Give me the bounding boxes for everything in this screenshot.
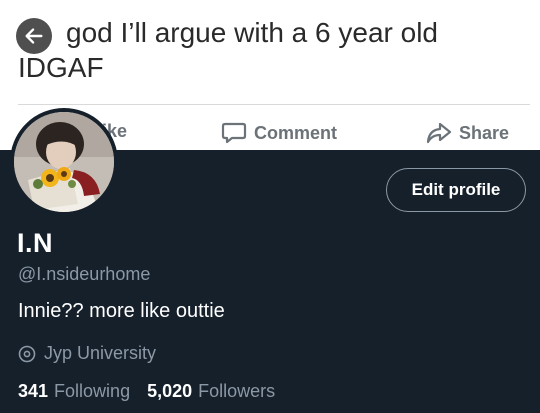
arrow-left-icon — [25, 28, 43, 44]
user-handle: @I.nsideurhome — [18, 264, 151, 284]
map-pin-icon — [18, 345, 36, 362]
edit-profile-button[interactable]: Edit profile — [386, 168, 526, 212]
comment-label: Comment — [254, 122, 338, 143]
avatar[interactable] — [10, 108, 118, 216]
banner-post-text: god I’ll argue with a 6 year old IDGAF — [18, 17, 438, 83]
following-count[interactable]: 341 — [18, 381, 48, 402]
banner-comment-action: Comment — [221, 121, 337, 145]
follow-stats: 341 Following 5,020 Followers — [18, 381, 275, 402]
profile-bio: Innie?? more like outtie — [18, 300, 225, 322]
profile-screen: god I’ll argue with a 6 year old IDGAF i… — [0, 0, 540, 413]
share-arrow-icon — [426, 122, 452, 144]
following-label[interactable]: Following — [54, 381, 130, 402]
banner-share-action: Share — [426, 121, 509, 145]
followers-count[interactable]: 5,020 — [147, 381, 192, 402]
location-text: Jyp University — [44, 343, 157, 363]
followers-label[interactable]: Followers — [198, 381, 275, 402]
display-name: I.N — [17, 228, 54, 258]
profile-location: Jyp University — [18, 343, 156, 364]
avatar-photo — [14, 112, 114, 212]
banner-divider — [18, 104, 530, 105]
back-button[interactable] — [16, 18, 52, 54]
share-label: Share — [459, 122, 510, 143]
speech-bubble-icon — [221, 122, 247, 144]
